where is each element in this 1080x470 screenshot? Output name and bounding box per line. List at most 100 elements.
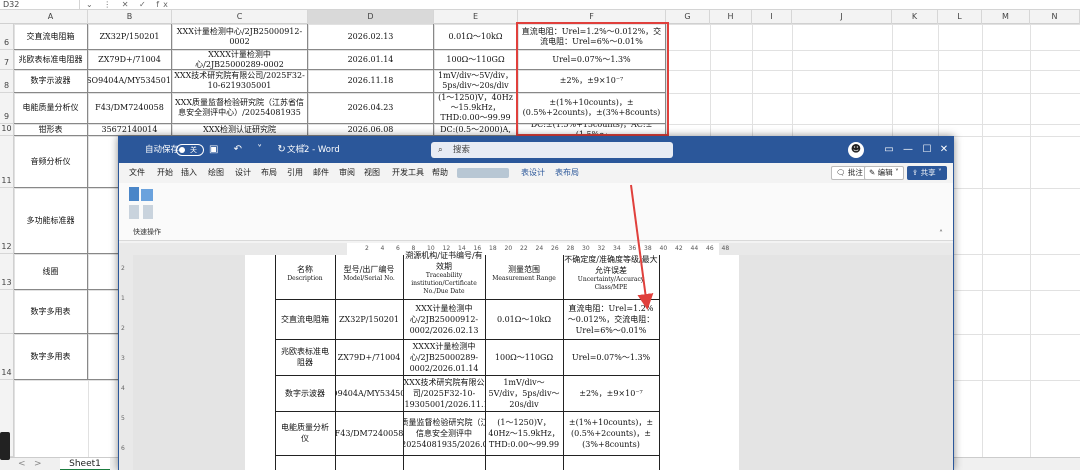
row-header[interactable]: 7 xyxy=(0,50,14,70)
column-header-h[interactable]: H xyxy=(710,10,752,24)
cell-range[interactable]: (1～1250)V，40Hz～15.9kHz，THD:0.00～99.99 xyxy=(434,93,518,124)
table-cell-cert[interactable]: XXX技术研究院有限公司/2025F32-10-6219305001/2026.… xyxy=(403,375,485,411)
cell-name[interactable]: 音频分析仪 xyxy=(14,136,88,188)
autosave-toggle[interactable]: 关 xyxy=(176,144,204,156)
menu-tab-12[interactable]: 表设计 xyxy=(521,163,545,183)
side-widget[interactable] xyxy=(0,432,10,460)
table-cell-model[interactable]: ZX79D+/71004 xyxy=(335,339,403,375)
menu-tab-13[interactable]: 表布局 xyxy=(555,163,579,183)
cell-model[interactable]: 35672140014 xyxy=(88,124,172,136)
cell-name[interactable]: 交直流电阻箱 xyxy=(14,24,88,50)
column-header-b[interactable]: B xyxy=(88,10,172,24)
column-header-e[interactable]: E xyxy=(434,10,518,24)
sheet-tab[interactable]: Sheet1 xyxy=(60,458,110,470)
formula-icons[interactable]: ⌄ ⋮ ✕ ✓ fx xyxy=(86,0,172,9)
table-cell-model[interactable]: ZX32P/150201 xyxy=(335,299,403,339)
cell-range[interactable]: 100Ω～110GΩ xyxy=(434,50,518,70)
menu-tab-9[interactable]: 视图 xyxy=(364,163,380,183)
column-header-n[interactable]: N xyxy=(1030,10,1080,24)
row-header[interactable]: 9 xyxy=(0,93,14,124)
table-cell-model[interactable]: MSO9404A/MY53450149 xyxy=(335,375,403,411)
cell-name[interactable]: 多功能标准器 xyxy=(14,188,88,254)
row-header[interactable]: 10 xyxy=(0,124,14,136)
menu-tab-5[interactable]: 布局 xyxy=(261,163,277,183)
table-cell-name[interactable]: 交直流电阻箱 xyxy=(275,299,335,339)
table-cell-range[interactable]: 100Ω～110GΩ xyxy=(485,339,563,375)
cell-date[interactable]: 2026.02.13 xyxy=(308,24,434,50)
menu-tab-11[interactable]: 帮助 xyxy=(432,163,448,183)
share-button[interactable]: ⇪ 共享 ˅ xyxy=(907,166,947,180)
prev-sheet-button[interactable]: < xyxy=(18,458,26,470)
column-header-l[interactable]: L xyxy=(938,10,982,24)
table-cell-cert[interactable]: XXXX计量检测中心/2JB25000289-0002/2026.01.14 xyxy=(403,339,485,375)
comment-button[interactable]: 🗨 批注 xyxy=(831,166,868,180)
cell-name[interactable]: 数字多用表 xyxy=(14,290,88,334)
table-cell-name[interactable]: 数字示波器 xyxy=(275,375,335,411)
name-box[interactable]: D32 xyxy=(0,0,80,10)
cell-date[interactable]: 2026.04.23 xyxy=(308,93,434,124)
table-cell-range[interactable]: (1～1250)V，40Hz～15.9kHz，THD:0.00～99.99 xyxy=(485,411,563,455)
column-header-j[interactable]: J xyxy=(792,10,892,24)
collapse-ribbon-icon[interactable]: ˄ xyxy=(939,229,943,238)
cell-name[interactable]: 电能质量分析仪 xyxy=(14,93,88,124)
cell-range[interactable]: DC:(0.5～2000)A, xyxy=(434,124,518,136)
cell-cert[interactable]: XXX检测认证研究院 xyxy=(172,124,308,136)
cell-model[interactable]: F43/DM7240058 xyxy=(88,93,172,124)
cell-model[interactable]: ZX32P/150201 xyxy=(88,24,172,50)
menu-tab-3[interactable]: 绘图 xyxy=(208,163,224,183)
table-cell-name[interactable]: 兆欧表标准电阻器 xyxy=(275,339,335,375)
menu-tab-0[interactable]: 文件 xyxy=(129,163,145,183)
column-header-i[interactable]: I xyxy=(752,10,792,24)
row-header[interactable]: 6 xyxy=(0,24,14,50)
menu-tab-6[interactable]: 引用 xyxy=(287,163,303,183)
quick-actions-button[interactable] xyxy=(127,187,163,223)
column-header-c[interactable]: C xyxy=(172,10,308,24)
cell-date[interactable]: 2026.01.14 xyxy=(308,50,434,70)
column-header-k[interactable]: K xyxy=(892,10,938,24)
cell-cert[interactable]: XXX技术研究院有限公司/2025F32-10-6219305001 xyxy=(172,70,308,93)
table-cell-unc[interactable]: ±(1%+10counts)，±(0.5%+2counts)，±(3%+8cou… xyxy=(563,411,659,455)
table-cell-model[interactable]: F43/DM7240058 xyxy=(335,411,403,455)
row-header[interactable] xyxy=(0,290,14,334)
table-cell-unc[interactable]: ±2%，±9×10⁻⁷ xyxy=(563,375,659,411)
menu-tab-8[interactable]: 审阅 xyxy=(339,163,355,183)
table-cell-range[interactable]: 0.01Ω～10kΩ xyxy=(485,299,563,339)
cell-model[interactable]: ZX79D+/71004 xyxy=(88,50,172,70)
edit-mode-button[interactable]: ✎ 编辑 ˅ xyxy=(864,166,904,180)
menu-tab-1[interactable]: 开始 xyxy=(157,163,173,183)
row-header[interactable]: 13 xyxy=(0,254,14,290)
column-header-g[interactable]: G xyxy=(666,10,710,24)
cell-cert[interactable]: XXX计量检测中心/2JB25000912-0002 xyxy=(172,24,308,50)
document-page[interactable]: 名称 Description 型号/出厂编号 Model/Serial No. 溯源机构… xyxy=(245,251,739,470)
next-sheet-button[interactable]: > xyxy=(34,458,42,470)
cell-model[interactable]: MSO9404A/MY53450149 xyxy=(88,70,172,93)
column-header-m[interactable]: M xyxy=(982,10,1030,24)
column-header-a[interactable]: A xyxy=(14,10,88,24)
column-header-d[interactable]: D xyxy=(308,10,434,24)
row-header[interactable]: 8 xyxy=(0,70,14,93)
row-header[interactable]: 14 xyxy=(0,334,14,380)
cell-range[interactable]: 0.01Ω～10kΩ xyxy=(434,24,518,50)
search-box[interactable]: ⌕ 搜索 xyxy=(431,142,673,158)
table-cell-cert[interactable]: XXX质量监督检验研究院（江苏省信息安全测评中心）/20254081935/20… xyxy=(403,411,485,455)
table-cell-name[interactable]: 电能质量分析仪 xyxy=(275,411,335,455)
cell-range[interactable]: 1mV/div～5V/div，5ps/div～20s/div xyxy=(434,70,518,93)
cell-name[interactable]: 兆欧表标准电阻器 xyxy=(14,50,88,70)
row-header[interactable]: 11 xyxy=(0,136,14,188)
close-button[interactable]: ✕ xyxy=(931,137,957,163)
table-cell-range[interactable]: 1mV/div～5V/div，5ps/div～20s/div xyxy=(485,375,563,411)
menu-tab-10[interactable]: 开发工具 xyxy=(392,163,424,183)
cell-cert[interactable]: XXXX计量检测中心/2JB25000289-0002 xyxy=(172,50,308,70)
cell-name[interactable]: 数字多用表 xyxy=(14,334,88,380)
table-cell-unc[interactable]: 直流电阻：Urel=1.2%～0.012%，交流电阻：Urel=6%～0.01% xyxy=(563,299,659,339)
account-avatar-icon[interactable]: ☻ xyxy=(848,142,864,158)
menu-tab-7[interactable]: 邮件 xyxy=(313,163,329,183)
cell-name[interactable]: 数字示波器 xyxy=(14,70,88,93)
menu-tab-4[interactable]: 设计 xyxy=(235,163,251,183)
cell-date[interactable]: 2026.06.08 xyxy=(308,124,434,136)
menu-tab-2[interactable]: 插入 xyxy=(181,163,197,183)
cell-cert[interactable]: XXX质量监督检验研究院（江苏省信息安全测评中心）/20254081935 xyxy=(172,93,308,124)
table-cell-unc[interactable]: Urel=0.07%～1.3% xyxy=(563,339,659,375)
row-header[interactable]: 12 xyxy=(0,188,14,254)
cell-name[interactable]: 钳形表 xyxy=(14,124,88,136)
